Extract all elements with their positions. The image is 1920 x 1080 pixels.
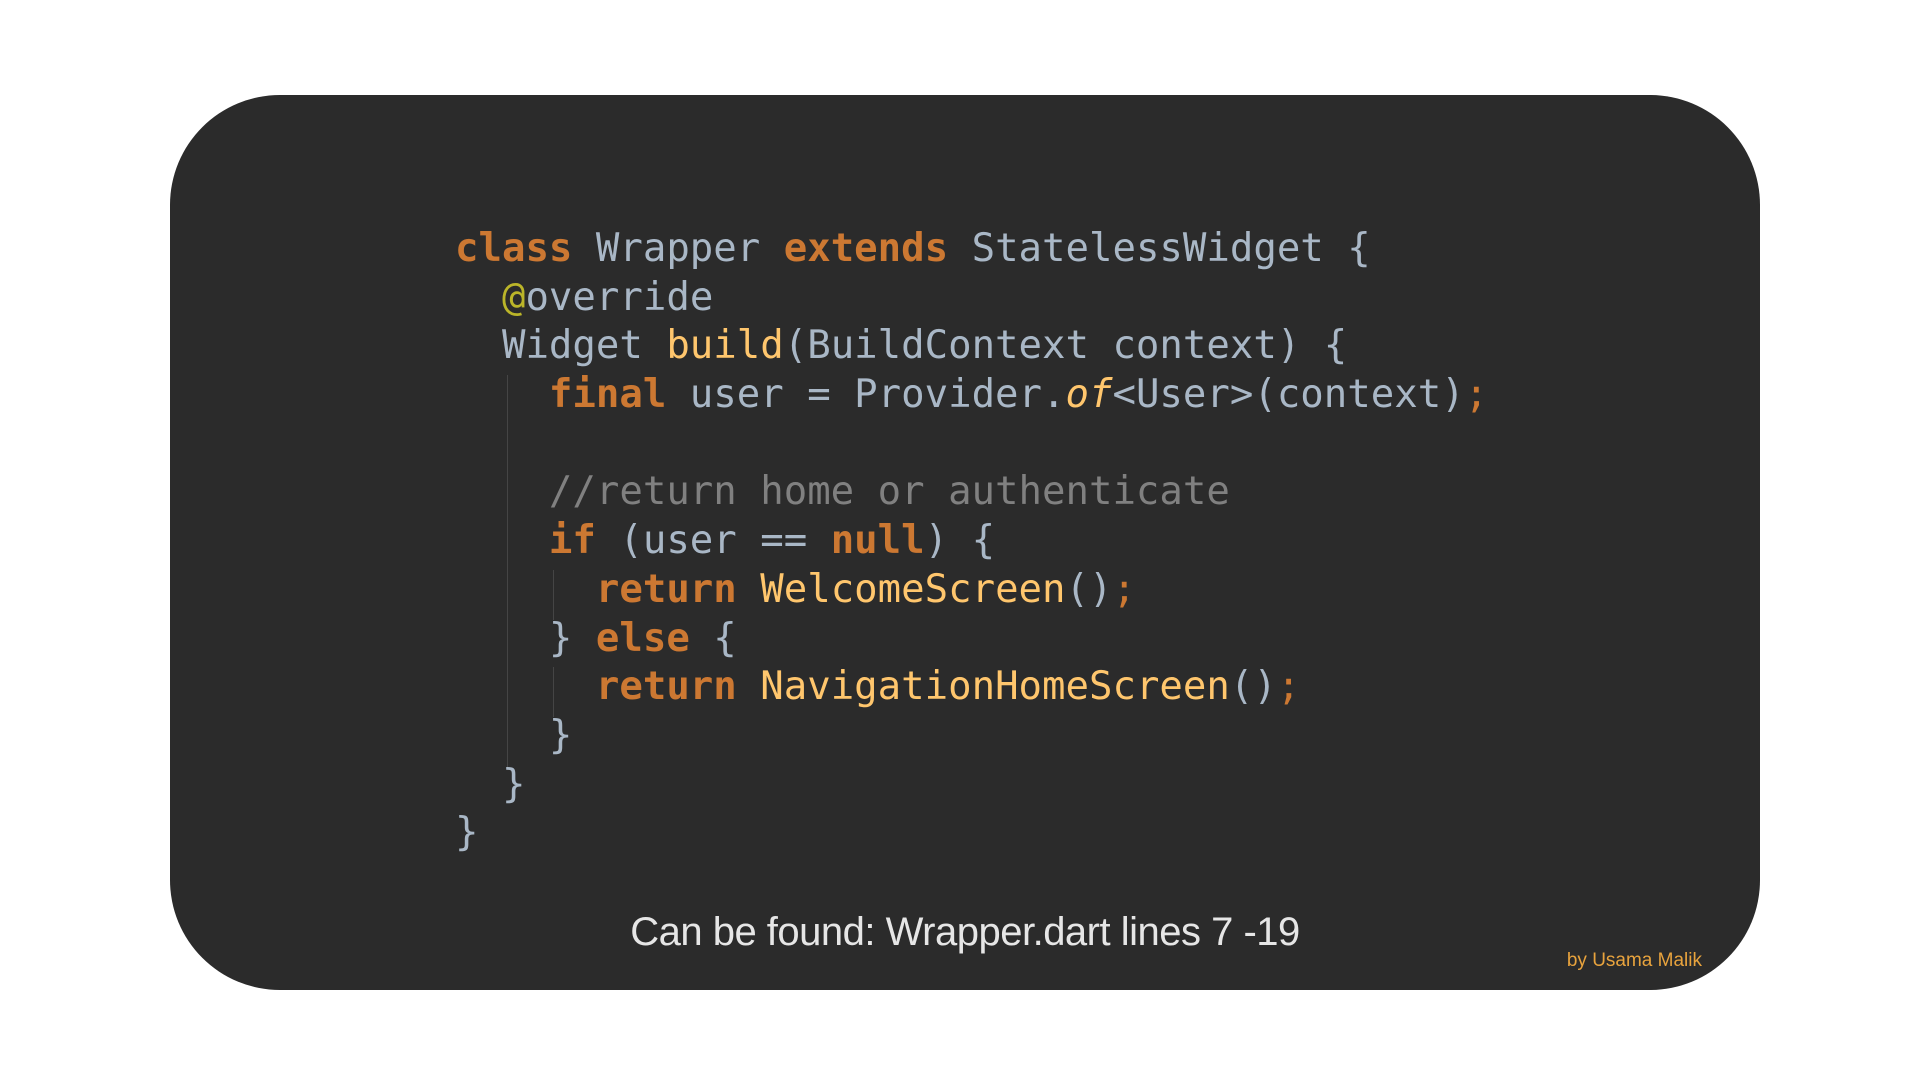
code-token: StatelessWidget {	[948, 226, 1371, 271]
code-token: of	[1065, 372, 1113, 418]
code-panel: class Wrapper extends StatelessWidget { …	[170, 95, 1760, 990]
code-line: final user = Provider.of<User>(context);	[455, 371, 1488, 420]
code-token: }	[455, 712, 573, 758]
code-token: extends	[783, 226, 949, 271]
code-token: //return home or authenticate	[548, 469, 1230, 515]
code-token: ) {	[924, 518, 996, 564]
code-line: } else {	[455, 615, 1488, 664]
code-token: null	[830, 518, 925, 564]
code-token: build	[666, 323, 784, 369]
code-token: final	[548, 372, 667, 418]
code-token: Widget	[455, 323, 667, 369]
code-token: }	[455, 810, 479, 856]
code-token: NavigationHomeScreen	[760, 664, 1230, 710]
code-token: else	[595, 615, 690, 661]
code-token: <User>(context)	[1112, 372, 1465, 418]
code-token: user = Provider.	[666, 372, 1066, 418]
slide: class Wrapper extends StatelessWidget { …	[0, 0, 1920, 1080]
code-token: {	[689, 615, 737, 661]
code-token: (user ==	[595, 518, 831, 564]
code-token: }	[455, 761, 526, 807]
code-token: class	[455, 226, 573, 271]
code-token: ;	[1112, 566, 1136, 612]
code-line: }	[455, 712, 1488, 761]
code-line: @override	[455, 274, 1488, 323]
code-token: ()	[1229, 664, 1277, 710]
code-token: override	[525, 274, 714, 320]
code-token: return	[595, 566, 737, 612]
code-line: }	[455, 809, 1488, 858]
code-line: }	[455, 761, 1488, 810]
code-token: WelcomeScreen	[760, 566, 1066, 612]
code-token: return	[595, 664, 737, 710]
code-line: if (user == null) {	[455, 517, 1488, 566]
code-token: if	[548, 518, 596, 564]
code-line: return NavigationHomeScreen();	[455, 663, 1488, 712]
code-token: ()	[1065, 566, 1113, 612]
code-line: return WelcomeScreen();	[455, 566, 1488, 615]
code-token: Wrapper	[572, 226, 784, 271]
author-credit: by Usama Malik	[1566, 950, 1702, 971]
code-token: (BuildContext context) {	[783, 323, 1348, 369]
code-block: class Wrapper extends StatelessWidget { …	[455, 225, 1488, 858]
code-line: class Wrapper extends StatelessWidget {	[455, 225, 1488, 274]
code-token: ;	[1276, 664, 1301, 710]
code-line: //return home or authenticate	[455, 468, 1488, 517]
code-token: @	[501, 274, 526, 320]
code-token: }	[455, 615, 596, 661]
caption: Can be found: Wrapper.dart lines 7 -19	[630, 910, 1300, 954]
code-token: ;	[1464, 372, 1489, 418]
code-line: Widget build(BuildContext context) {	[455, 322, 1488, 371]
